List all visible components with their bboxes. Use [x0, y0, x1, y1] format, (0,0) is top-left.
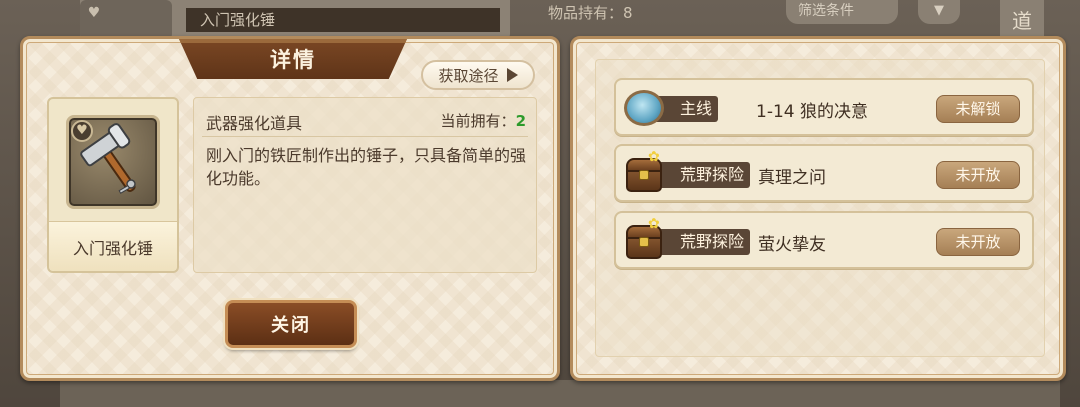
title-ribbon: 详情: [179, 39, 407, 79]
routes-list: 主线 1-14 狼的决意 未解锁 荒野探险 ✿ 真理之问 未开放 荒野探险 ✿ …: [595, 59, 1045, 357]
route-status-button[interactable]: 未解锁: [936, 95, 1020, 123]
route-tag: 荒野探险: [650, 162, 751, 188]
background-held-count: 物品持有：8: [548, 4, 633, 22]
route-title: 真理之问: [758, 168, 826, 188]
item-description-box: 武器强化道具 当前拥有：2 刚入门的铁匠制作出的锤子，只具备简单的强化功能。: [193, 97, 537, 273]
owned-count: 当前拥有：2: [441, 110, 526, 131]
treasure-chest-icon: ✿: [624, 217, 664, 261]
background-heart-icon: ♥: [87, 5, 101, 21]
panel-title: 详情: [270, 48, 316, 72]
item-description: 刚入门的铁匠制作出的锤子，只具备简单的强化功能。: [206, 146, 527, 188]
owned-number: 2: [515, 112, 526, 130]
background-sort-icon: ▼: [918, 0, 960, 24]
item-type: 武器强化道具: [206, 114, 303, 133]
close-button[interactable]: 关闭: [225, 300, 357, 348]
route-status-button[interactable]: 未开放: [936, 161, 1020, 189]
item-icon-frame: ♥: [66, 115, 160, 209]
item-detail-panel: 详情 获取途径 ♥ 入门强化锤 武器强化道具 当前拥有：2 刚入门的铁匠制作出的…: [20, 36, 560, 381]
route-status-button[interactable]: 未开放: [936, 228, 1020, 256]
route-title: 1-14 狼的决意: [756, 102, 868, 122]
treasure-chest-icon: ✿: [624, 150, 664, 194]
background-bottom-bar: [60, 380, 1060, 407]
background-filter-label: 筛选条件: [798, 3, 854, 19]
route-tag: 荒野探险: [650, 229, 751, 255]
route-title: 萤火挚友: [758, 235, 826, 255]
acquire-routes-panel: 主线 1-14 狼的决意 未解锁 荒野探险 ✿ 真理之问 未开放 荒野探险 ✿ …: [570, 36, 1066, 381]
item-card: ♥ 入门强化锤: [47, 97, 179, 273]
route-item[interactable]: 荒野探险 ✿ 萤火挚友 未开放: [614, 211, 1034, 269]
route-item[interactable]: 荒野探险 ✿ 真理之问 未开放: [614, 144, 1034, 202]
item-name: 入门强化锤: [49, 221, 177, 271]
divider: [202, 136, 528, 137]
background-item-name: 入门强化锤: [186, 8, 500, 32]
acquire-route-label: 获取途径: [438, 66, 499, 85]
route-item[interactable]: 主线 1-14 狼的决意 未解锁: [614, 78, 1034, 136]
favorite-heart-icon[interactable]: ♥: [71, 120, 93, 142]
acquire-route-button[interactable]: 获取途径: [421, 60, 535, 90]
background-filter-button: 筛选条件: [786, 0, 898, 24]
close-button-label: 关闭: [271, 315, 311, 336]
owned-label: 当前拥有：: [440, 112, 516, 130]
blue-orb-icon: [624, 90, 664, 126]
play-arrow-icon: [506, 68, 518, 82]
